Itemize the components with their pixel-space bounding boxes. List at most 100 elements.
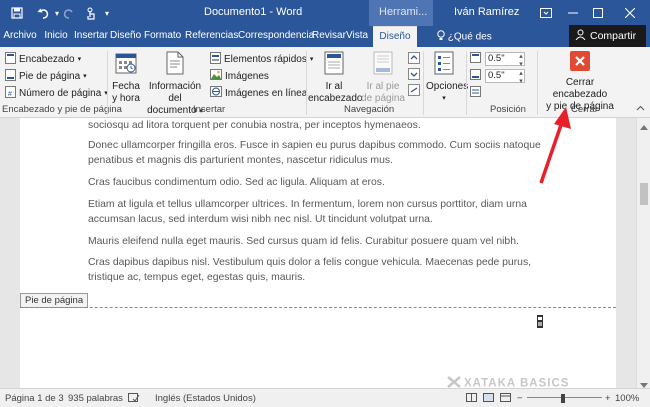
share-label: Compartir xyxy=(590,30,637,42)
documento-label: documento xyxy=(147,105,197,116)
ribbon-display-icon[interactable] xyxy=(536,3,556,23)
lightbulb-icon xyxy=(437,30,445,44)
chevron-down-icon: ▾ xyxy=(77,56,82,63)
footer-position-field[interactable]: 0.5" xyxy=(470,69,525,85)
customize-qat-icon[interactable]: ▾ xyxy=(98,4,116,22)
title-bar: ▾ ▾ Documento1 - Word Herrami... Iván Ra… xyxy=(0,0,650,26)
hora-label: y hora xyxy=(112,93,140,104)
ir-al-pie-button[interactable]: Ir al pie de página xyxy=(361,51,405,105)
link-to-previous-icon[interactable] xyxy=(408,84,420,99)
document-page[interactable]: sociosqu ad litora torquent per conubia … xyxy=(20,118,616,388)
pie-de-pagina-button[interactable]: Pie de página ▾ xyxy=(5,68,87,84)
tab-diseno-header-footer[interactable]: Diseño xyxy=(373,26,417,47)
header-top-icon xyxy=(470,52,481,66)
scroll-thumb[interactable] xyxy=(640,183,648,205)
document-info-icon xyxy=(143,51,207,79)
imagenes-label: Imágenes xyxy=(225,70,269,82)
maximize-icon[interactable] xyxy=(588,3,608,23)
zoom-out-button[interactable]: − xyxy=(517,393,523,404)
tab-inicio[interactable]: Inicio xyxy=(43,26,69,47)
user-name[interactable]: Iván Ramírez xyxy=(454,6,519,18)
tab-formato[interactable]: Formato xyxy=(144,26,181,47)
opciones-label: Opciones xyxy=(426,81,469,92)
go-to-header-icon xyxy=(308,51,360,79)
language[interactable]: Inglés (Estados Unidos) xyxy=(155,393,256,404)
paragraph: sociosqu ad litora torquent per conubia … xyxy=(88,120,421,131)
tab-vista[interactable]: Vista xyxy=(346,26,368,47)
ir-al-encabezado-button[interactable]: Ir al encabezado xyxy=(308,51,363,105)
tell-me-text: ¿Qué des xyxy=(447,31,492,43)
vertical-scrollbar[interactable] xyxy=(636,118,650,388)
group-label-cerrar: Cerrar xyxy=(571,104,598,115)
imagenes-button[interactable]: Imágenes xyxy=(210,68,269,84)
print-layout-icon[interactable] xyxy=(483,393,494,405)
zoom-in-button[interactable]: + xyxy=(605,393,611,404)
chevron-down-icon: ▾ xyxy=(442,95,446,102)
quick-parts-icon xyxy=(210,51,221,67)
imagenes-en-linea-button[interactable]: Imágenes en línea xyxy=(210,85,307,101)
paragraph: Cras faucibus condimentum odio. Sed ac l… xyxy=(88,177,385,188)
collapse-ribbon-icon[interactable] xyxy=(636,103,645,113)
group-separator xyxy=(423,51,424,115)
page-count[interactable]: Página 1 de 3 xyxy=(5,393,64,404)
tab-correspondencia[interactable]: Correspondencia xyxy=(238,26,314,47)
elementos-rapidos-label: Elementos rápidos xyxy=(224,53,307,65)
paragraph: Cras dapibus dapibus nisl. Vestibulum qu… xyxy=(88,257,532,283)
encabezado-label: Encabezado xyxy=(19,53,75,65)
group-separator xyxy=(107,51,108,115)
status-bar: Página 1 de 3 935 palabras Inglés (Estad… xyxy=(0,388,650,407)
paragraph: Mauris eleifend nulla eget mauris. Sed c… xyxy=(88,236,519,247)
person-icon xyxy=(575,29,586,43)
redo-icon[interactable] xyxy=(60,4,78,22)
ribbon-tabs: Archivo Inicio Insertar Diseño Formato R… xyxy=(0,26,650,47)
go-to-footer-icon xyxy=(361,51,405,79)
group-label-insertar: Insertar xyxy=(193,104,226,115)
cerrar-label-line1: Cerrar encabezado xyxy=(552,77,608,100)
scroll-up-icon[interactable] xyxy=(640,121,648,133)
svg-text:#: # xyxy=(8,91,12,98)
footer-boundary-line xyxy=(20,307,616,308)
header-position-input[interactable]: 0.5" xyxy=(485,52,525,68)
opciones-button[interactable]: Opciones ▾ xyxy=(426,51,469,105)
page-number-icon: # xyxy=(5,85,16,101)
fecha-y-hora-button[interactable]: Fecha y hora xyxy=(110,51,142,105)
close-icon[interactable] xyxy=(620,3,640,23)
tab-diseno[interactable]: Diseño xyxy=(110,26,141,47)
next-section-icon[interactable] xyxy=(408,68,420,83)
align-tab-icon[interactable] xyxy=(470,86,481,100)
tab-archivo[interactable]: Archivo xyxy=(3,26,37,47)
read-mode-icon[interactable] xyxy=(466,393,477,405)
contextual-tools-label: Herrami... xyxy=(369,0,433,26)
footer-bottom-icon xyxy=(470,69,481,83)
paragraph: Etiam at ligula et tellus ullamcorper ul… xyxy=(88,199,527,225)
share-button[interactable]: Compartir xyxy=(569,25,646,47)
tell-me-box[interactable]: ¿Qué des xyxy=(437,30,492,44)
header-page-icon xyxy=(5,51,16,67)
paste-options-icon[interactable] xyxy=(537,315,543,328)
zoom-level[interactable]: 100% xyxy=(615,393,639,404)
footer-page-icon xyxy=(5,68,16,84)
options-checklist-icon xyxy=(426,51,462,79)
zoom-slider-thumb[interactable] xyxy=(561,394,565,403)
ribbon: Encabezado ▾ Pie de página ▾ # Número de… xyxy=(0,47,650,118)
encabezado-button[interactable]: Encabezado ▾ xyxy=(5,51,81,67)
web-layout-icon[interactable] xyxy=(500,393,511,405)
calendar-icon xyxy=(110,51,142,79)
tab-revisar[interactable]: Revisar xyxy=(312,26,346,47)
elementos-rapidos-button[interactable]: Elementos rápidos ▾ xyxy=(210,51,313,67)
numero-de-pagina-button[interactable]: # Número de página ▾ xyxy=(5,85,108,101)
previous-section-icon[interactable] xyxy=(408,52,420,67)
save-icon[interactable] xyxy=(8,4,26,22)
group-label-posicion: Posición xyxy=(490,104,526,115)
tab-insertar[interactable]: Insertar xyxy=(74,26,108,47)
paragraph: Donec ullamcorper fringilla eros. Fusce … xyxy=(88,140,541,166)
fecha-label: Fecha xyxy=(112,81,140,92)
footer-position-input[interactable]: 0.5" xyxy=(485,69,525,85)
tab-referencias[interactable]: Referencias xyxy=(185,26,238,47)
word-count[interactable]: 935 palabras xyxy=(68,393,123,404)
group-label-header-footer: Encabezado y pie de página xyxy=(2,104,122,115)
imagenes-en-linea-label: Imágenes en línea xyxy=(225,87,308,99)
minimize-icon[interactable] xyxy=(563,3,583,23)
proofing-icon[interactable] xyxy=(128,393,140,406)
header-position-field[interactable]: 0.5" xyxy=(470,52,525,68)
